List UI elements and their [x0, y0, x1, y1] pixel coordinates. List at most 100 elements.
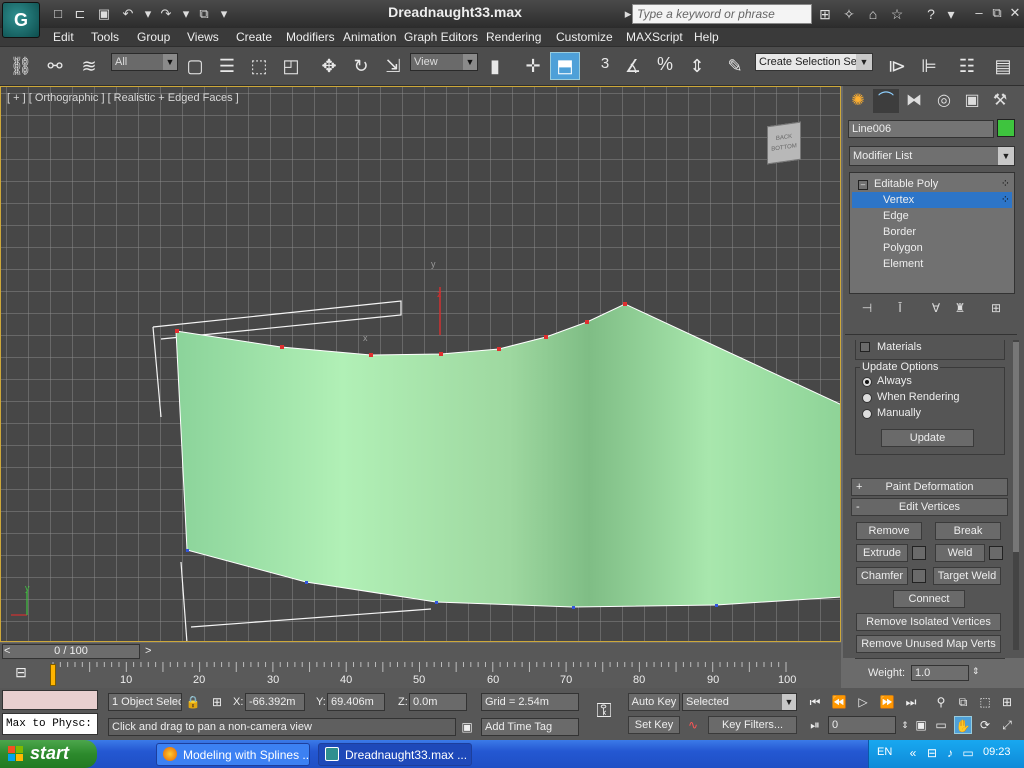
undo-icon[interactable]: ↶: [120, 6, 136, 22]
key-mode-toggle-icon[interactable]: ⏯: [806, 716, 824, 734]
field-of-view-icon[interactable]: ▭: [932, 716, 950, 734]
create-tab-icon[interactable]: ✺: [845, 89, 871, 113]
collapse-icon[interactable]: –: [858, 180, 868, 190]
quick-access-dropdown-icon[interactable]: ▾: [216, 6, 232, 22]
edit-named-selection-icon[interactable]: ✎: [722, 54, 748, 78]
vertex[interactable]: [305, 581, 308, 584]
select-manipulate-icon[interactable]: ✛: [520, 54, 546, 78]
open-file-icon[interactable]: ⊏: [72, 6, 88, 22]
menu-maxscript[interactable]: MAXScript: [626, 30, 683, 44]
z-coordinate-input[interactable]: 0.0m: [409, 693, 467, 711]
go-to-start-icon[interactable]: ⏮: [806, 693, 824, 711]
menu-help[interactable]: Help: [694, 30, 719, 44]
taskbar-item-3dsmax[interactable]: Dreadnaught33.max ...: [318, 743, 472, 766]
spinner-snap-icon[interactable]: ⇕: [684, 54, 710, 78]
object-color-swatch[interactable]: [997, 119, 1015, 137]
mirror-icon[interactable]: ⧐: [884, 54, 910, 78]
search-input[interactable]: Type a keyword or phrase: [632, 4, 812, 24]
window-crossing-icon[interactable]: ◰: [278, 54, 304, 78]
menu-views[interactable]: Views: [187, 30, 219, 44]
select-object-icon[interactable]: ▢: [182, 54, 208, 78]
vertex[interactable]: [369, 353, 373, 357]
vertex[interactable]: [280, 345, 284, 349]
viewcube[interactable]: BACK BOTTOM: [767, 121, 801, 165]
display-tab-icon[interactable]: ▣: [959, 89, 985, 113]
vertex[interactable]: [186, 549, 189, 552]
stack-item-element[interactable]: Element: [852, 256, 1012, 272]
edit-vertices-rollout[interactable]: - Edit Vertices: [851, 498, 1008, 516]
display-icon[interactable]: ▭: [960, 745, 976, 761]
language-indicator[interactable]: EN: [877, 746, 892, 758]
viewport-orthographic[interactable]: z y x y [ + ] [ Orthographic ] [ Realist…: [0, 86, 841, 642]
vertex[interactable]: [544, 335, 548, 339]
maxscript-listener-output[interactable]: [2, 690, 98, 710]
target-weld-button[interactable]: Target Weld: [933, 567, 1001, 585]
zoom-icon[interactable]: ⚲: [932, 693, 950, 711]
minimize-icon[interactable]: –: [970, 5, 988, 21]
select-and-rotate-icon[interactable]: ↻: [348, 54, 374, 78]
menu-group[interactable]: Group: [137, 30, 170, 44]
connect-button[interactable]: Connect: [893, 590, 965, 608]
time-configuration-icon[interactable]: ▣: [912, 716, 930, 734]
bind-space-warp-icon[interactable]: ≋: [76, 54, 102, 78]
vertex[interactable]: [175, 329, 179, 333]
time-slider-thumb[interactable]: 0 / 100: [2, 644, 140, 659]
mini-curve-editor-icon[interactable]: ⊟: [10, 664, 32, 684]
viewport-scene[interactable]: z y x y: [1, 87, 841, 642]
key-filters-button[interactable]: Key Filters...: [708, 716, 797, 734]
key-curve-icon[interactable]: ∿: [684, 716, 702, 734]
redo-icon[interactable]: ↷: [158, 6, 174, 22]
next-frame-arrow[interactable]: >: [145, 645, 151, 657]
manually-radio[interactable]: [862, 409, 872, 419]
pivot-center-icon[interactable]: ▮: [482, 54, 508, 78]
app-menu-button[interactable]: G: [2, 2, 40, 38]
extrude-settings-icon[interactable]: [912, 546, 926, 560]
zoom-extents-all-icon[interactable]: ⊞: [998, 693, 1016, 711]
redo-list-icon[interactable]: ▾: [178, 6, 194, 22]
select-by-name-icon[interactable]: ☰: [214, 54, 240, 78]
configure-sets-icon[interactable]: ⊞: [986, 300, 1006, 316]
vertex[interactable]: [497, 347, 501, 351]
pin-stack-icon[interactable]: ⊣: [857, 300, 877, 316]
vertex[interactable]: [572, 606, 575, 609]
reference-coordinate-dropdown[interactable]: View ▼: [410, 53, 478, 71]
communication-center-icon[interactable]: ⌂: [864, 6, 882, 22]
key-mode-dropdown[interactable]: Selected ▼: [682, 693, 797, 711]
go-to-end-icon[interactable]: ⏭: [902, 693, 920, 711]
align-icon[interactable]: ⊫: [916, 54, 942, 78]
binoculars-icon[interactable]: ⊞: [816, 6, 834, 22]
undo-list-icon[interactable]: ▾: [140, 6, 156, 22]
current-frame-input[interactable]: 0: [828, 716, 896, 734]
x-coordinate-input[interactable]: -66.392m: [245, 693, 305, 711]
volume-icon[interactable]: ♪: [942, 745, 958, 761]
update-button[interactable]: Update: [881, 429, 974, 447]
selection-filter-dropdown[interactable]: All ▼: [111, 53, 178, 71]
chamfer-settings-icon[interactable]: [912, 569, 926, 583]
taskbar-item-firefox[interactable]: Modeling with Splines ...: [156, 743, 310, 766]
unlink-icon[interactable]: ⚯: [42, 54, 68, 78]
auto-key-button[interactable]: Auto Key: [628, 693, 680, 711]
viewport-label[interactable]: [ + ] [ Orthographic ] [ Realistic + Edg…: [7, 92, 239, 104]
menu-customize[interactable]: Customize: [556, 30, 613, 44]
network-icon[interactable]: ⊟: [924, 745, 940, 761]
menu-create[interactable]: Create: [236, 30, 272, 44]
pan-view-icon[interactable]: ✋: [954, 716, 972, 734]
restore-icon[interactable]: ⧉: [988, 5, 1006, 21]
break-button[interactable]: Break: [935, 522, 1001, 540]
stack-item-border[interactable]: Border: [852, 224, 1012, 240]
snaps-toggle-icon[interactable]: 3: [592, 52, 618, 76]
maximize-viewport-icon[interactable]: ⤢: [998, 716, 1016, 734]
select-and-link-icon[interactable]: ⛓: [8, 54, 34, 78]
orbit-icon[interactable]: ⟳: [976, 716, 994, 734]
modify-tab-icon[interactable]: ⌒: [873, 89, 899, 113]
menu-tools[interactable]: Tools: [91, 30, 119, 44]
graphite-toolbar-icon[interactable]: ▤: [990, 54, 1016, 78]
remove-modifier-icon[interactable]: ♜: [950, 300, 970, 316]
command-panel-scroll-thumb[interactable]: [1013, 342, 1019, 552]
select-and-move-icon[interactable]: ✥: [316, 54, 342, 78]
motion-tab-icon[interactable]: ◎: [931, 89, 957, 113]
percent-snap-icon[interactable]: %: [652, 52, 678, 76]
new-file-icon[interactable]: □: [50, 6, 66, 22]
current-frame-marker[interactable]: [50, 664, 56, 686]
rectangular-selection-icon[interactable]: ⬚: [246, 54, 272, 78]
